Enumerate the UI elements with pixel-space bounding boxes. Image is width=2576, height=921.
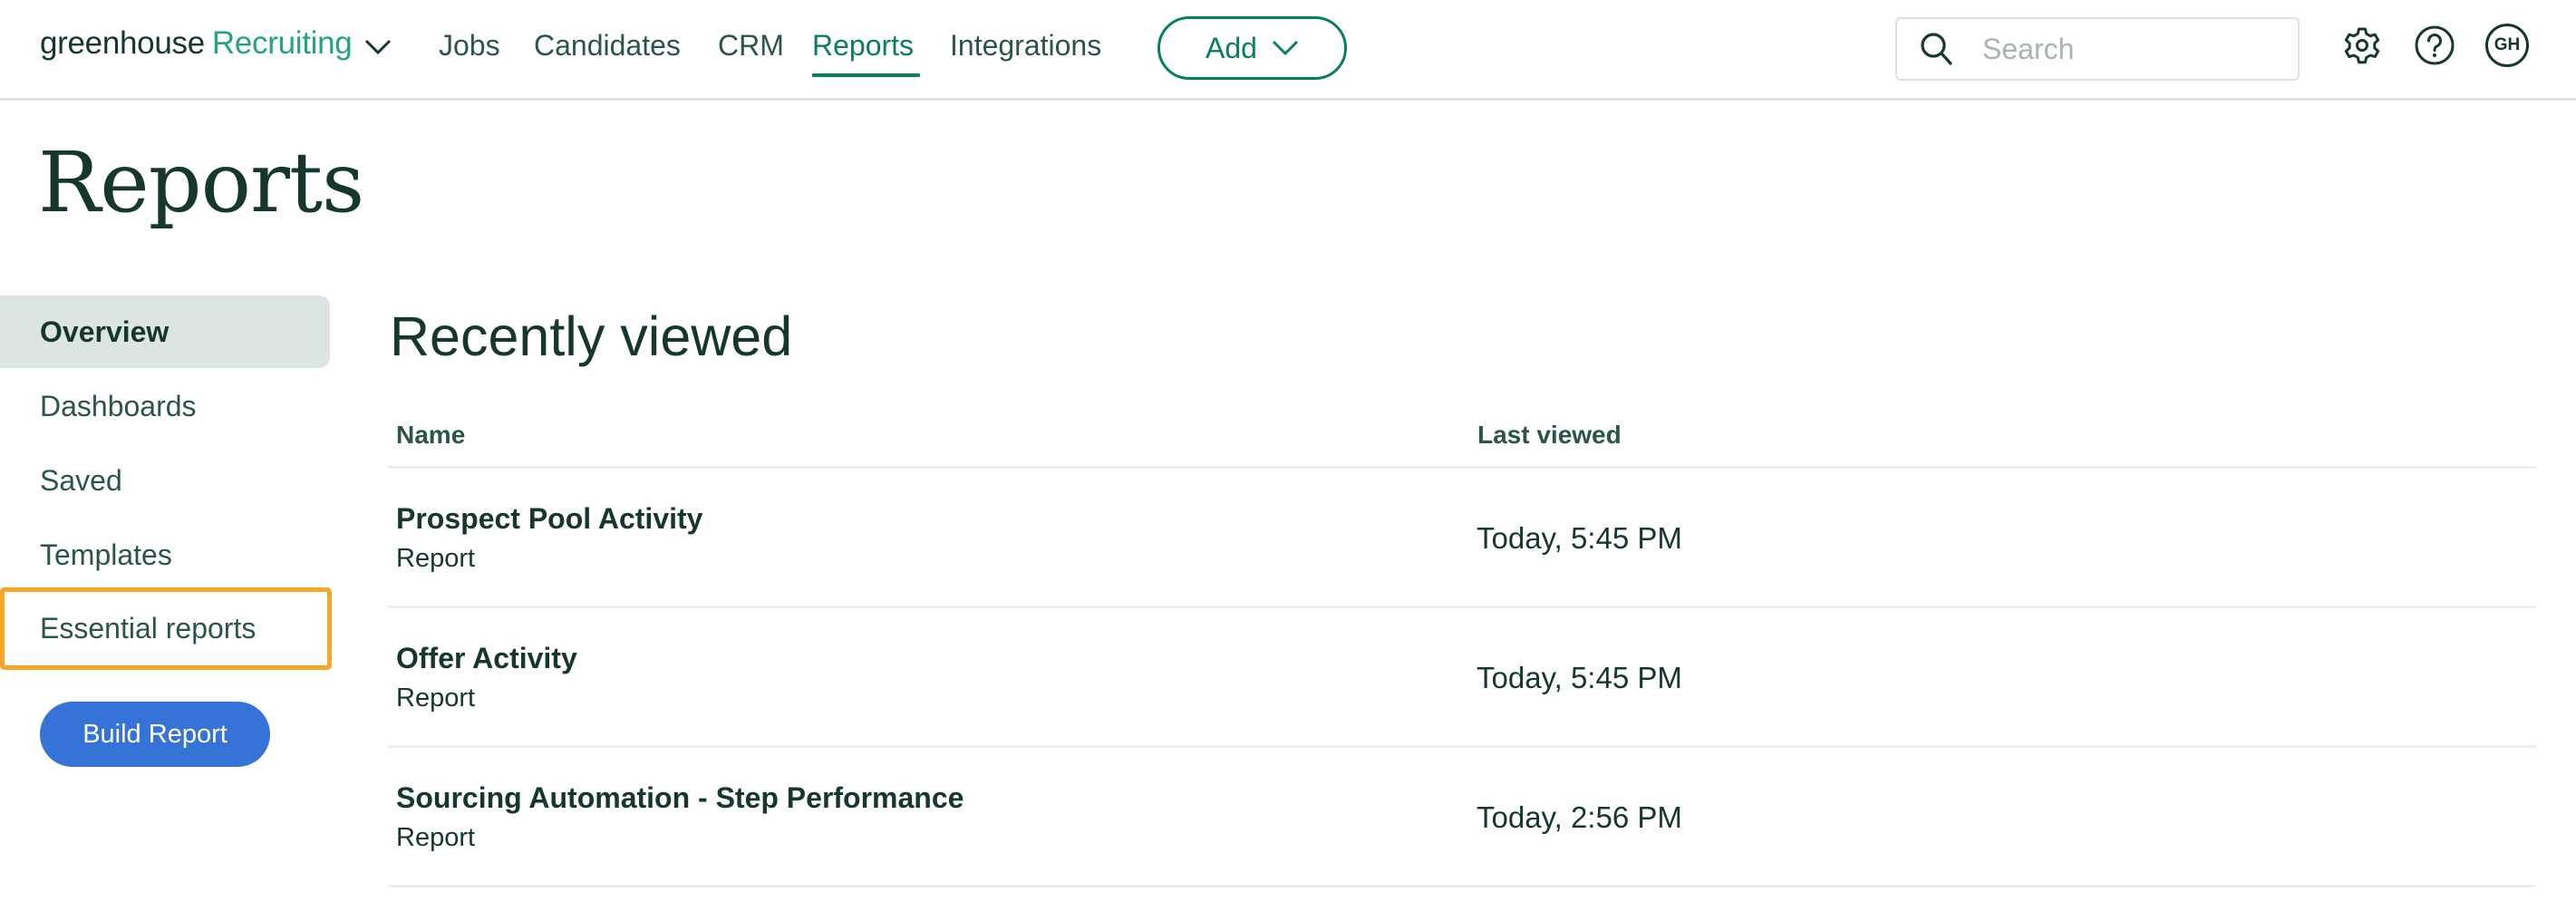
sidebar-item-essential-reports[interactable]: Essential reports bbox=[0, 587, 332, 670]
sidebar-item-templates[interactable]: Templates bbox=[0, 519, 330, 591]
report-type: Report bbox=[396, 823, 476, 852]
add-dropdown-button[interactable]: Add bbox=[1157, 16, 1347, 80]
build-report-button[interactable]: Build Report bbox=[40, 702, 270, 767]
sidebar-item-saved[interactable]: Saved bbox=[0, 444, 330, 517]
chevron-down-icon[interactable] bbox=[364, 38, 392, 56]
sidebar-item-dashboards[interactable]: Dashboards bbox=[0, 370, 330, 442]
report-type: Report bbox=[396, 683, 476, 713]
search-input[interactable] bbox=[1982, 32, 2272, 66]
table-header: Name Last viewed bbox=[388, 399, 2536, 469]
table-row[interactable]: Offer Activity Report Today, 5:45 PM bbox=[388, 608, 2536, 748]
help-button[interactable] bbox=[2413, 24, 2456, 67]
report-name-link[interactable]: Prospect Pool Activity bbox=[396, 502, 702, 536]
column-header-name[interactable]: Name bbox=[396, 421, 465, 450]
logo-product-text: Recruiting bbox=[211, 25, 353, 61]
table-row[interactable]: Sourcing Automation - Step Performance R… bbox=[388, 748, 2536, 887]
logo-brand-text: greenhouse bbox=[40, 25, 205, 61]
last-viewed-time: Today, 5:45 PM bbox=[1477, 521, 1682, 555]
nav-reports[interactable]: Reports bbox=[812, 29, 914, 63]
user-avatar[interactable]: GH bbox=[2485, 24, 2529, 67]
table-row[interactable]: Prospect Pool Activity Report Today, 5:4… bbox=[388, 469, 2536, 608]
sidebar-item-label: Saved bbox=[40, 463, 122, 497]
search-icon bbox=[1921, 33, 1952, 65]
last-viewed-time: Today, 5:45 PM bbox=[1477, 661, 1682, 694]
help-icon bbox=[2415, 25, 2455, 65]
top-navigation-bar: greenhouse Recruiting Jobs Candidates CR… bbox=[0, 0, 2576, 101]
chevron-down-icon bbox=[1272, 40, 1299, 56]
nav-jobs[interactable]: Jobs bbox=[439, 29, 500, 63]
gear-icon bbox=[2344, 27, 2380, 64]
sidebar-item-label: Dashboards bbox=[40, 389, 197, 422]
nav-integrations[interactable]: Integrations bbox=[950, 29, 1101, 63]
column-header-last-viewed[interactable]: Last viewed bbox=[1477, 421, 1622, 450]
sidebar-item-label: Essential reports bbox=[40, 612, 257, 645]
recently-viewed-table: Name Last viewed Prospect Pool Activity … bbox=[388, 399, 2536, 887]
nav-active-indicator bbox=[812, 73, 920, 77]
nav-candidates[interactable]: Candidates bbox=[534, 29, 681, 63]
sidebar-item-label: Overview bbox=[40, 315, 169, 348]
report-name-link[interactable]: Sourcing Automation - Step Performance bbox=[396, 781, 964, 815]
greenhouse-recruiting-logo[interactable]: greenhouse Recruiting bbox=[40, 25, 353, 71]
report-type: Report bbox=[396, 544, 476, 573]
sidebar-item-label: Templates bbox=[40, 538, 172, 571]
add-button-label: Add bbox=[1206, 31, 1257, 64]
search-box[interactable] bbox=[1895, 17, 2300, 81]
report-name-link[interactable]: Offer Activity bbox=[396, 642, 577, 675]
last-viewed-time: Today, 2:56 PM bbox=[1477, 800, 1682, 834]
sidebar-item-overview[interactable]: Overview bbox=[0, 296, 330, 368]
settings-button[interactable] bbox=[2340, 24, 2384, 67]
recently-viewed-heading: Recently viewed bbox=[390, 305, 793, 367]
page-title: Reports bbox=[38, 134, 364, 231]
nav-crm[interactable]: CRM bbox=[718, 29, 784, 63]
